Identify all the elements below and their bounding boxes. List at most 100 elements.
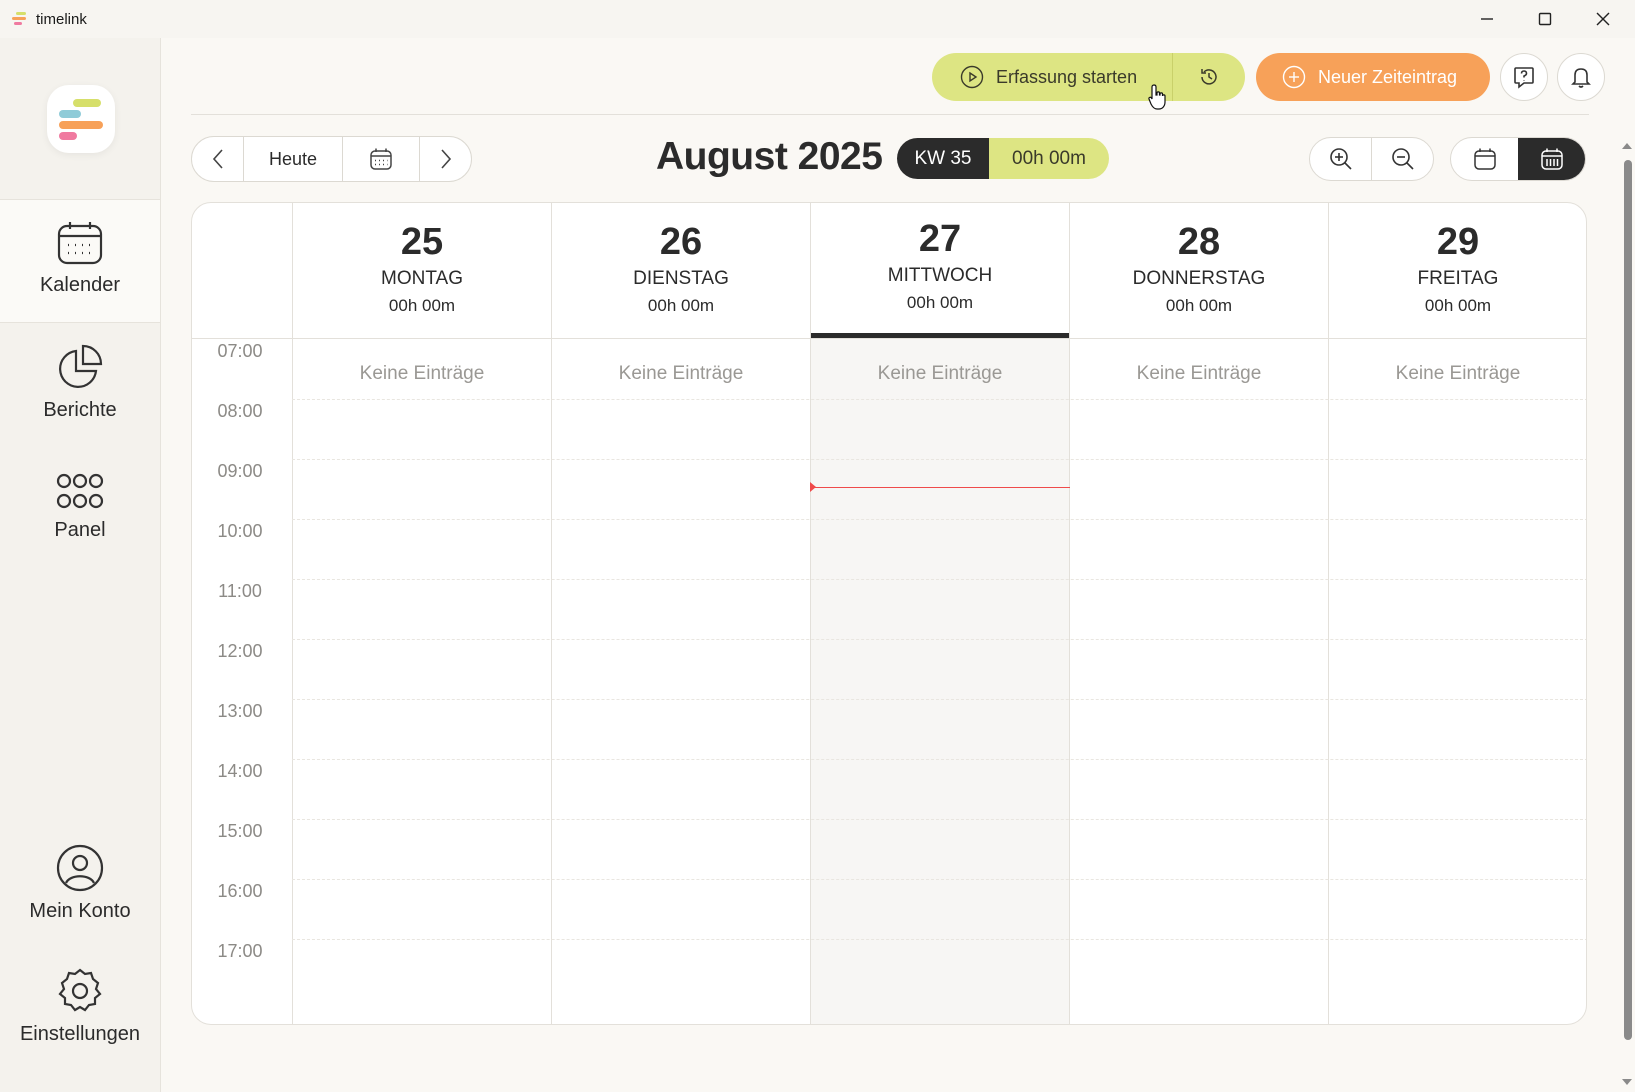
new-time-entry-button[interactable]: Neuer Zeiteintrag (1256, 53, 1490, 101)
history-icon (1201, 69, 1217, 85)
today-button[interactable]: Heute (244, 137, 343, 181)
day-total: 00h 00m (1165, 296, 1233, 315)
sidebar-item-einstellungen[interactable]: Einstellungen (0, 964, 160, 1074)
hour-gridline (292, 699, 1586, 700)
day-name: DONNERSTAG (1132, 268, 1266, 289)
day-header-friday[interactable]: 29 FREITAG 00h 00m (1328, 203, 1586, 338)
day-total: 00h 00m (1424, 296, 1492, 315)
app-logo[interactable] (47, 85, 115, 153)
empty-state-label: Keine Einträge (359, 363, 485, 384)
sidebar-item-label: Berichte (43, 399, 117, 421)
day-number: 28 (1177, 221, 1221, 263)
time-label: 14:00 (217, 761, 263, 781)
close-button[interactable] (1574, 0, 1632, 38)
zoom-in-icon (1329, 148, 1352, 170)
scrollbar-thumb[interactable] (1624, 160, 1632, 1040)
vertical-scrollbar[interactable] (1619, 140, 1635, 1092)
play-icon (960, 65, 984, 89)
current-time-marker (810, 482, 816, 492)
notifications-button[interactable] (1557, 53, 1605, 101)
day-header-tuesday[interactable]: 26 DIENSTAG 00h 00m (551, 203, 810, 338)
sidebar-item-panel[interactable]: Panel (0, 468, 160, 578)
month-title: August 2025 (656, 135, 883, 178)
start-tracking-label: Erfassung starten (996, 66, 1138, 87)
hour-gridline (292, 579, 1586, 580)
hour-gridline (292, 879, 1586, 880)
maximize-button[interactable] (1516, 0, 1574, 38)
hour-gridline (292, 519, 1586, 520)
help-button[interactable] (1500, 53, 1548, 101)
sidebar-item-kalender[interactable]: Kalender (0, 199, 160, 323)
gear-icon (58, 968, 102, 1012)
view-mode-toggle (1450, 137, 1586, 181)
previous-week-button[interactable] (192, 137, 244, 181)
week-badge: KW 35 00h 00m (897, 138, 1109, 179)
day-name: FREITAG (1417, 268, 1499, 289)
close-icon (1596, 12, 1610, 26)
day-header-monday[interactable]: 25 MONTAG 00h 00m (292, 203, 551, 338)
day-name: DIENSTAG (633, 268, 729, 289)
start-tracking-button[interactable]: Erfassung starten (932, 53, 1173, 101)
zoom-in-button[interactable] (1310, 138, 1372, 180)
scroll-down-icon[interactable] (1619, 1076, 1635, 1088)
sidebar-item-mein-konto[interactable]: Mein Konto (0, 841, 160, 951)
user-icon (56, 844, 104, 892)
sidebar-item-label: Kalender (39, 274, 121, 296)
week-number: KW 35 (897, 138, 989, 179)
chevron-right-icon (440, 149, 451, 169)
time-label: 12:00 (217, 641, 263, 661)
time-label: 16:00 (217, 881, 263, 901)
pie-chart-icon (59, 344, 103, 388)
zoom-controls (1309, 137, 1434, 181)
empty-state-label: Keine Einträge (1395, 363, 1521, 384)
history-button[interactable] (1173, 53, 1245, 101)
date-navigation: Heute (191, 136, 472, 182)
sidebar-item-label: Mein Konto (29, 900, 131, 922)
window-title: timelink (36, 11, 87, 28)
day-column-thursday[interactable]: Keine Einträge (1069, 339, 1328, 1024)
time-label: 11:00 (218, 581, 262, 601)
time-label: 08:00 (217, 401, 263, 421)
hour-gridline (292, 759, 1586, 760)
day-total: 00h 00m (388, 296, 456, 315)
day-name: MONTAG (381, 268, 463, 289)
day-view-button[interactable] (1451, 138, 1518, 180)
day-column-monday[interactable]: Keine Einträge (292, 339, 551, 1024)
day-column-friday[interactable]: Keine Einträge (1328, 339, 1586, 1024)
week-calendar: 25 MONTAG 00h 00m 26 DIENSTAG 00h 00m 27… (191, 202, 1587, 1025)
window-titlebar: timelink (0, 0, 1635, 38)
help-chat-icon (1514, 67, 1534, 89)
scroll-up-icon[interactable] (1619, 140, 1635, 152)
time-label: 09:00 (217, 461, 263, 481)
minimize-button[interactable] (1458, 0, 1516, 38)
chevron-left-icon (212, 149, 223, 169)
date-picker-button[interactable] (343, 137, 420, 181)
minimize-icon (1481, 18, 1493, 20)
time-label: 17:00 (217, 941, 263, 961)
new-time-entry-label: Neuer Zeiteintrag (1318, 66, 1458, 87)
day-column-wednesday[interactable]: Keine Einträge (810, 339, 1069, 1024)
calendar-icon (57, 222, 103, 265)
week-view-button[interactable] (1518, 138, 1585, 180)
sidebar-item-berichte[interactable]: Berichte (0, 340, 160, 450)
empty-state-label: Keine Einträge (1136, 363, 1262, 384)
next-week-button[interactable] (420, 137, 471, 181)
maximize-icon (1538, 12, 1552, 26)
time-label: 13:00 (217, 701, 263, 721)
day-header-thursday[interactable]: 28 DONNERSTAG 00h 00m (1069, 203, 1328, 338)
zoom-out-icon (1391, 148, 1414, 170)
hour-gridline (292, 399, 1586, 400)
tracking-control: Erfassung starten (932, 53, 1245, 101)
day-header-wednesday[interactable]: 27 MITTWOCH 00h 00m (810, 203, 1069, 338)
day-total: 00h 00m (647, 296, 715, 315)
sidebar: Kalender Berichte Panel Mein Konto Einst… (0, 38, 161, 1092)
day-number: 26 (659, 221, 703, 263)
empty-state-label: Keine Einträge (877, 363, 1003, 384)
hour-gridline (292, 459, 1586, 460)
time-label: 07:00 (217, 341, 263, 361)
zoom-out-button[interactable] (1372, 138, 1433, 180)
day-column-tuesday[interactable]: Keine Einträge (551, 339, 810, 1024)
day-total: 00h 00m (906, 293, 974, 312)
hour-gridline (292, 639, 1586, 640)
day-number: 25 (400, 221, 444, 263)
